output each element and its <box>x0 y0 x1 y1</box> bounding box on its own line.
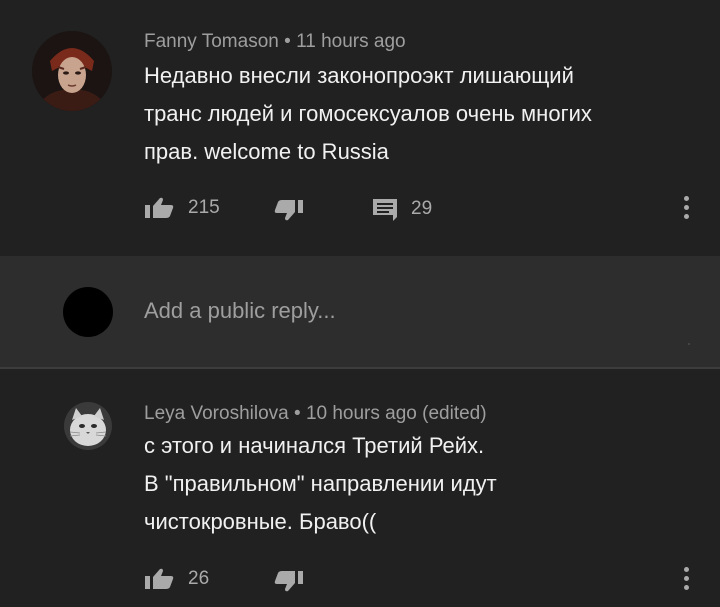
comment-icon <box>373 199 397 221</box>
thumb-down-icon <box>274 571 303 592</box>
thumb-up-icon <box>145 568 174 589</box>
avatar[interactable] <box>32 31 112 111</box>
timestamp[interactable]: 10 hours ago (edited) <box>306 403 487 424</box>
more-vertical-icon[interactable] <box>682 196 690 223</box>
meta-separator: • <box>294 403 301 424</box>
comment-card: Leya Voroshilova • 10 hours ago (edited)… <box>0 369 720 607</box>
like-count: 215 <box>188 197 220 218</box>
divider-dot <box>688 343 690 345</box>
comment-line: с этого и начинался Третий Рейх. <box>144 433 485 458</box>
author-name[interactable]: Leya Voroshilova <box>144 403 289 424</box>
like-button[interactable]: 26 <box>144 567 209 591</box>
comment-text: с этого и начинался Третий Рейх. В "прав… <box>144 427 684 541</box>
reply-box: Add a public reply... <box>0 256 720 369</box>
reply-count: 29 <box>411 198 433 219</box>
avatar-image <box>32 31 112 111</box>
avatar-image <box>64 402 112 450</box>
comment-meta: Leya Voroshilova • 10 hours ago (edited) <box>144 403 487 425</box>
dislike-button[interactable] <box>272 198 304 222</box>
like-count: 26 <box>188 568 210 589</box>
dislike-button[interactable] <box>272 569 304 593</box>
comment-line: чистокровные. Браво(( <box>144 509 377 534</box>
thumb-up-icon <box>145 197 174 218</box>
timestamp[interactable]: 11 hours ago <box>296 31 406 52</box>
comment-card: Fanny Tomason • 11 hours ago Недавно вне… <box>0 0 720 256</box>
thumb-down-icon <box>274 200 303 221</box>
reply-button[interactable]: 29 <box>371 197 432 221</box>
comment-line: транс людей и гомосексуалов очень многих <box>144 101 592 126</box>
avatar[interactable] <box>64 402 112 450</box>
reply-input[interactable]: Add a public reply... <box>144 298 336 324</box>
comment-meta: Fanny Tomason • 11 hours ago <box>144 31 406 53</box>
more-vertical-icon[interactable] <box>682 567 690 594</box>
author-name[interactable]: Fanny Tomason <box>144 31 279 52</box>
avatar <box>63 287 113 337</box>
comment-line: В "правильном" направлении идут <box>144 471 497 496</box>
meta-separator: • <box>284 31 291 52</box>
like-button[interactable]: 215 <box>144 196 220 220</box>
comment-line: Недавно внесли законопроэкт лишающий <box>144 63 574 88</box>
comment-text: Недавно внесли законопроэкт лишающий тра… <box>144 57 684 171</box>
comment-line: прав. welcome to Russia <box>144 139 389 164</box>
